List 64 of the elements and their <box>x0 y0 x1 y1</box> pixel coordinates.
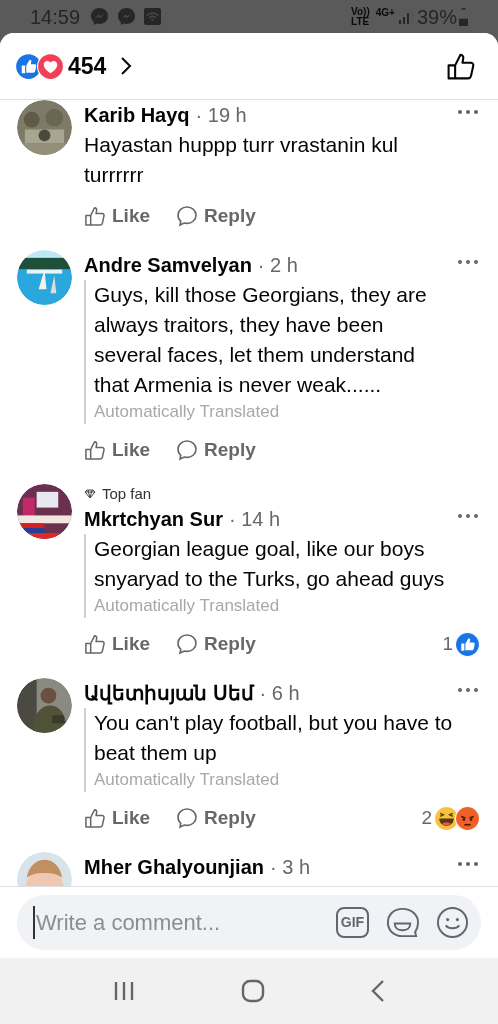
comment-time: · 3 h <box>270 855 311 880</box>
comment-action[interactable]: Like <box>84 201 151 231</box>
reaction-count[interactable]: 1 <box>442 629 453 659</box>
comment-action[interactable]: Like <box>84 803 151 833</box>
like-icon <box>84 807 106 829</box>
recent-apps-icon[interactable] <box>113 980 135 1002</box>
angry-emoji-icon <box>455 805 480 831</box>
author-name[interactable]: Ավետիսյան Սեմ <box>84 678 254 708</box>
comment-bubble-icon <box>176 807 199 829</box>
more-options-icon[interactable] <box>458 688 478 692</box>
author-name[interactable]: Karib Hayq <box>84 100 190 130</box>
chevron-right-icon[interactable] <box>120 56 133 76</box>
like-icon <box>84 633 106 655</box>
network-label: LTE <box>351 16 370 27</box>
comment-action[interactable]: Reply <box>176 803 256 833</box>
comment-action[interactable]: Like <box>84 435 151 465</box>
top-fan-label: Top fan <box>102 483 152 504</box>
comment-action[interactable]: Reply <box>176 629 256 659</box>
wifi-icon <box>144 8 162 25</box>
comment-time: · 14 h <box>228 507 281 532</box>
comment-text: Guys, kill those Georgians, they are always traitors, they have been several faces, let them understand that Armenia is never weak...... <box>94 282 428 398</box>
comment-text: Hayastan huppp turr vrastanin kul turrrrrr <box>84 132 399 188</box>
more-options-icon[interactable] <box>458 260 478 264</box>
comment-action[interactable]: Reply <box>176 435 256 465</box>
comment-text: Georgian league goal, like our boys snyaryad to the Turks, go ahead guys <box>94 536 446 592</box>
battery-icon <box>459 7 468 26</box>
translation-note: Automatically Translated <box>94 769 281 791</box>
author-name[interactable]: Andre Samvelyan <box>84 250 252 280</box>
translation-note: Automatically Translated <box>94 401 281 423</box>
comment-text: You can't play football, but you have to beat them up <box>94 710 454 766</box>
comment-bubble-icon <box>176 205 199 227</box>
comment-time: · 19 h <box>195 103 247 128</box>
more-options-icon[interactable] <box>458 514 478 518</box>
reaction-count[interactable]: 454 <box>68 48 107 84</box>
comment-field[interactable]: Write a comment... GIF <box>17 895 481 950</box>
back-icon[interactable] <box>371 979 385 1003</box>
love-reaction-icon <box>37 52 64 80</box>
laughing-emoji-icon <box>434 805 459 831</box>
comment-action[interactable]: Like <box>84 629 151 659</box>
network-label: Vo)) <box>351 6 370 17</box>
comment-input[interactable]: Write a comment... <box>33 906 328 939</box>
data-label: 4G+ <box>375 6 395 20</box>
gif-button[interactable]: GIF <box>336 907 369 938</box>
more-options-icon[interactable] <box>458 862 478 866</box>
like-icon <box>84 205 106 227</box>
like-icon[interactable] <box>446 51 476 81</box>
comment-time: · 6 h <box>259 681 300 706</box>
like-reaction-icon <box>455 631 480 657</box>
home-icon[interactable] <box>241 979 265 1003</box>
comment-bubble-icon <box>176 633 199 655</box>
comment-time: · 2 h <box>257 253 298 278</box>
author-name[interactable]: Mher Ghalyounjian <box>84 852 265 882</box>
more-options-icon[interactable] <box>458 110 478 114</box>
like-icon <box>84 439 106 461</box>
author-name[interactable]: Mkrtchyan Sur <box>84 504 223 534</box>
reaction-count[interactable]: 2 <box>421 803 432 833</box>
comment-action[interactable]: Reply <box>176 201 256 231</box>
emoji-icon[interactable] <box>436 906 469 939</box>
sticker-icon[interactable] <box>385 905 420 940</box>
translation-note: Automatically Translated <box>94 595 281 617</box>
messenger-icon <box>117 7 137 26</box>
messenger-icon <box>90 7 110 26</box>
comment-bubble-icon <box>176 439 199 461</box>
diamond-icon <box>84 489 96 499</box>
